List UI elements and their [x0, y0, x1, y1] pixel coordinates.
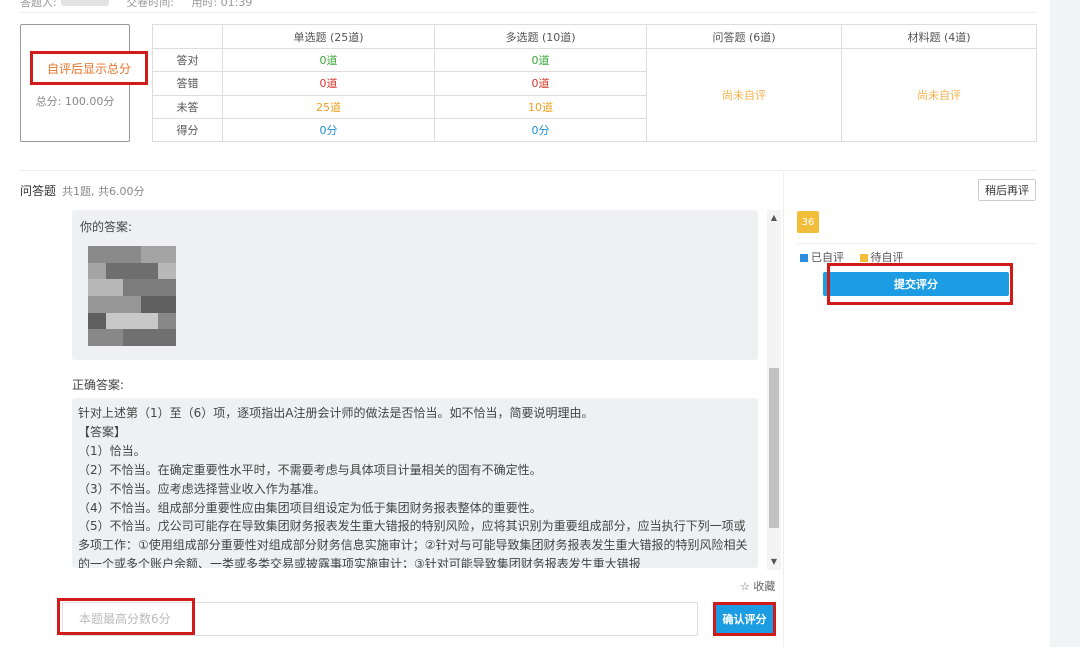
pending-swatch: [859, 254, 868, 262]
your-answer-panel: 你的答案:: [72, 210, 758, 360]
mosaic-tile: [123, 312, 141, 330]
row-label: 答错: [152, 71, 223, 96]
mosaic-tile: [105, 329, 124, 346]
section-header: 问答题 共1题, 共6.00分: [20, 182, 145, 199]
mosaic-tile: [140, 329, 159, 346]
divider: [797, 243, 1036, 244]
mosaic-tile: [140, 279, 159, 296]
exam-result-page: 答题人: 交卷时间: 用时: 01:39 自评后显示总分 总分: 100.00分…: [0, 0, 1050, 647]
divider: [20, 12, 1036, 13]
content-scrollbar[interactable]: ▲ ▼: [767, 210, 781, 570]
mosaic-tile: [88, 329, 106, 346]
mosaic-tile: [88, 279, 106, 296]
header-single: 单选题 (25道): [222, 23, 435, 50]
mosaic-tile: [88, 312, 106, 330]
row-label: 未答: [152, 94, 223, 119]
stats-table: 单选题 (25道) 多选题 (10道) 问答题 (6道) 材料题 (4道) 答对…: [152, 23, 1037, 143]
multi-unanswered: 10道: [434, 94, 647, 119]
highlight-box: [57, 598, 195, 635]
row-label: 答对: [152, 48, 223, 73]
submit-time-label: 交卷时间:: [126, 0, 174, 9]
blurred-answer-image: [88, 246, 176, 346]
answer-line: （1）恰当。: [78, 443, 146, 458]
mosaic-tile: [123, 295, 141, 313]
answer-line: （3）不恰当。应考虑选择营业收入作为基准。: [78, 481, 326, 496]
stats-header-row: 单选题 (25道) 多选题 (10道) 问答题 (6道) 材料题 (4道): [152, 23, 1037, 50]
scroll-down-icon[interactable]: ▼: [767, 556, 781, 568]
qa-status: 尚未自评: [646, 48, 842, 142]
scrollbar-thumb[interactable]: [769, 368, 779, 528]
blurred-name: [60, 0, 109, 6]
mosaic-tile: [140, 262, 159, 280]
mosaic-tile: [158, 262, 176, 280]
mosaic-tile: [88, 295, 106, 313]
correct-answer-panel: 针对上述第（1）至（6）项，逐项指出A注册会计师的做法是否恰当。如不恰当，简要说…: [72, 398, 758, 568]
row-label: 得分: [152, 117, 223, 143]
material-status: 尚未自评: [841, 48, 1037, 142]
mosaic-tile: [105, 246, 124, 263]
single-correct: 0道: [222, 48, 435, 73]
score-card: 自评后显示总分 总分: 100.00分: [20, 24, 148, 142]
mosaic-tile: [105, 312, 124, 330]
favorite-button[interactable]: ☆ 收藏: [740, 578, 775, 594]
mosaic-tile: [123, 329, 141, 346]
highlight-box: [713, 602, 776, 636]
your-answer-label: 你的答案:: [80, 220, 133, 234]
multi-wrong: 0道: [434, 71, 647, 96]
single-score: 0分: [222, 117, 435, 143]
mosaic-tile: [123, 246, 141, 263]
review-later-button[interactable]: 稍后再评: [978, 179, 1036, 201]
section-title: 问答题: [20, 184, 57, 198]
mosaic-tile: [158, 329, 176, 346]
reviewed-swatch: [800, 254, 808, 262]
score-card-total: 总分: 100.00分: [35, 95, 115, 108]
section-subtitle: 共1题, 共6.00分: [62, 185, 145, 198]
mosaic-tile: [123, 279, 141, 296]
answer-line: （4）不恰当。组成部分重要性应由集团项目组设定为低于集团财务报表整体的重要性。: [78, 500, 542, 515]
header-material: 材料题 (4道): [841, 23, 1037, 50]
mosaic-tile: [88, 246, 106, 263]
question-number-chip[interactable]: 36: [797, 211, 819, 233]
header-multi: 多选题 (10道): [434, 23, 647, 50]
mosaic-tile: [123, 262, 141, 280]
correct-answer-label: 正确答案:: [72, 378, 125, 392]
highlight-box: [827, 263, 1013, 305]
duration-label: 用时: 01:39: [191, 0, 253, 9]
mosaic-tile: [158, 312, 176, 330]
star-icon: ☆: [740, 580, 750, 593]
multi-score: 0分: [434, 117, 647, 143]
score-card-headline: 自评后显示总分: [30, 51, 148, 85]
single-unanswered: 25道: [222, 94, 435, 119]
answer-line: 针对上述第（1）至（6）项，逐项指出A注册会计师的做法是否恰当。如不恰当，简要说…: [78, 406, 594, 420]
mosaic-tile: [105, 279, 124, 296]
single-wrong: 0道: [222, 71, 435, 96]
multi-correct: 0道: [434, 48, 647, 73]
answer-line: 【答案】: [78, 424, 127, 439]
divider: [20, 170, 1036, 171]
mosaic-tile: [158, 295, 176, 313]
mosaic-tile: [140, 295, 159, 313]
mosaic-tile: [140, 312, 159, 330]
mosaic-tile: [158, 246, 176, 263]
mosaic-tile: [105, 295, 124, 313]
stats-corner: [152, 23, 223, 50]
mosaic-tile: [105, 262, 124, 280]
answer-line: （5）不恰当。戊公司可能存在导致集团财务报表发生重大错报的特别风险，应将其识别为…: [78, 519, 748, 568]
scroll-up-icon[interactable]: ▲: [767, 212, 781, 224]
header-qa: 问答题 (6道): [646, 23, 842, 50]
table-row: 答对 0道 0道 尚未自评 尚未自评: [152, 48, 1037, 142]
mosaic-tile: [158, 279, 176, 296]
examinee-label: 答题人:: [20, 0, 57, 9]
mosaic-tile: [88, 262, 106, 280]
exam-meta: 答题人: 交卷时间: 用时: 01:39: [20, 0, 253, 9]
mosaic-tile: [140, 246, 159, 263]
answer-line: （2）不恰当。在确定重要性水平时，不需要考虑与具体项目计量相关的固有不确定性。: [78, 462, 542, 477]
